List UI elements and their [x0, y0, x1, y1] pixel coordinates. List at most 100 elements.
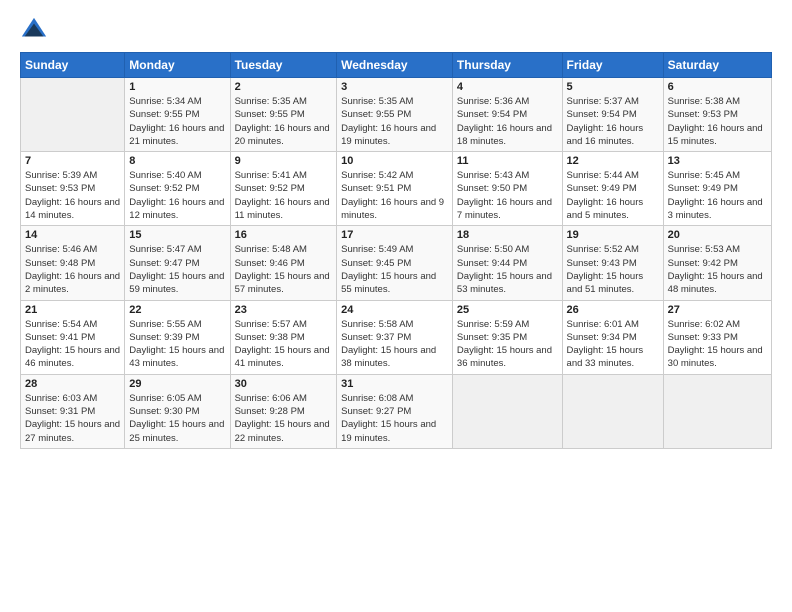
header-row: SundayMondayTuesdayWednesdayThursdayFrid… [21, 53, 772, 78]
day-detail: Sunrise: 5:57 AMSunset: 9:38 PMDaylight:… [235, 318, 333, 371]
page: SundayMondayTuesdayWednesdayThursdayFrid… [0, 0, 792, 612]
logo-icon [20, 16, 48, 44]
day-detail: Sunrise: 5:53 AMSunset: 9:42 PMDaylight:… [668, 243, 767, 296]
day-cell [21, 78, 125, 152]
day-detail: Sunrise: 5:49 AMSunset: 9:45 PMDaylight:… [341, 243, 448, 296]
day-number: 1 [129, 81, 225, 93]
day-detail: Sunrise: 5:40 AMSunset: 9:52 PMDaylight:… [129, 169, 225, 222]
week-row-4: 21 Sunrise: 5:54 AMSunset: 9:41 PMDaylig… [21, 300, 772, 374]
day-cell: 18 Sunrise: 5:50 AMSunset: 9:44 PMDaylig… [452, 226, 562, 300]
day-cell: 8 Sunrise: 5:40 AMSunset: 9:52 PMDayligh… [125, 152, 230, 226]
day-number: 6 [668, 81, 767, 93]
day-cell: 20 Sunrise: 5:53 AMSunset: 9:42 PMDaylig… [663, 226, 771, 300]
day-detail: Sunrise: 5:35 AMSunset: 9:55 PMDaylight:… [235, 95, 333, 148]
day-cell [663, 374, 771, 448]
day-cell: 16 Sunrise: 5:48 AMSunset: 9:46 PMDaylig… [230, 226, 337, 300]
day-detail: Sunrise: 5:46 AMSunset: 9:48 PMDaylight:… [25, 243, 120, 296]
day-number: 27 [668, 304, 767, 316]
col-header-tuesday: Tuesday [230, 53, 337, 78]
calendar-table: SundayMondayTuesdayWednesdayThursdayFrid… [20, 52, 772, 449]
day-detail: Sunrise: 6:02 AMSunset: 9:33 PMDaylight:… [668, 318, 767, 371]
day-cell: 21 Sunrise: 5:54 AMSunset: 9:41 PMDaylig… [21, 300, 125, 374]
day-cell: 12 Sunrise: 5:44 AMSunset: 9:49 PMDaylig… [562, 152, 663, 226]
day-detail: Sunrise: 6:05 AMSunset: 9:30 PMDaylight:… [129, 392, 225, 445]
day-cell: 9 Sunrise: 5:41 AMSunset: 9:52 PMDayligh… [230, 152, 337, 226]
day-number: 31 [341, 378, 448, 390]
day-cell: 7 Sunrise: 5:39 AMSunset: 9:53 PMDayligh… [21, 152, 125, 226]
week-row-3: 14 Sunrise: 5:46 AMSunset: 9:48 PMDaylig… [21, 226, 772, 300]
day-detail: Sunrise: 5:34 AMSunset: 9:55 PMDaylight:… [129, 95, 225, 148]
day-number: 18 [457, 229, 558, 241]
day-number: 11 [457, 155, 558, 167]
day-cell: 17 Sunrise: 5:49 AMSunset: 9:45 PMDaylig… [337, 226, 453, 300]
day-detail: Sunrise: 5:48 AMSunset: 9:46 PMDaylight:… [235, 243, 333, 296]
day-detail: Sunrise: 5:58 AMSunset: 9:37 PMDaylight:… [341, 318, 448, 371]
day-cell: 28 Sunrise: 6:03 AMSunset: 9:31 PMDaylig… [21, 374, 125, 448]
day-cell: 1 Sunrise: 5:34 AMSunset: 9:55 PMDayligh… [125, 78, 230, 152]
day-detail: Sunrise: 5:36 AMSunset: 9:54 PMDaylight:… [457, 95, 558, 148]
day-detail: Sunrise: 6:03 AMSunset: 9:31 PMDaylight:… [25, 392, 120, 445]
col-header-sunday: Sunday [21, 53, 125, 78]
day-cell: 31 Sunrise: 6:08 AMSunset: 9:27 PMDaylig… [337, 374, 453, 448]
day-number: 24 [341, 304, 448, 316]
day-cell: 19 Sunrise: 5:52 AMSunset: 9:43 PMDaylig… [562, 226, 663, 300]
day-number: 20 [668, 229, 767, 241]
day-number: 16 [235, 229, 333, 241]
day-detail: Sunrise: 5:39 AMSunset: 9:53 PMDaylight:… [25, 169, 120, 222]
day-detail: Sunrise: 6:06 AMSunset: 9:28 PMDaylight:… [235, 392, 333, 445]
day-detail: Sunrise: 5:37 AMSunset: 9:54 PMDaylight:… [567, 95, 659, 148]
day-number: 7 [25, 155, 120, 167]
day-number: 29 [129, 378, 225, 390]
day-cell: 27 Sunrise: 6:02 AMSunset: 9:33 PMDaylig… [663, 300, 771, 374]
day-detail: Sunrise: 5:55 AMSunset: 9:39 PMDaylight:… [129, 318, 225, 371]
week-row-2: 7 Sunrise: 5:39 AMSunset: 9:53 PMDayligh… [21, 152, 772, 226]
day-number: 19 [567, 229, 659, 241]
day-detail: Sunrise: 5:54 AMSunset: 9:41 PMDaylight:… [25, 318, 120, 371]
day-cell: 14 Sunrise: 5:46 AMSunset: 9:48 PMDaylig… [21, 226, 125, 300]
header [20, 16, 772, 44]
day-cell: 4 Sunrise: 5:36 AMSunset: 9:54 PMDayligh… [452, 78, 562, 152]
day-cell: 10 Sunrise: 5:42 AMSunset: 9:51 PMDaylig… [337, 152, 453, 226]
day-cell: 29 Sunrise: 6:05 AMSunset: 9:30 PMDaylig… [125, 374, 230, 448]
col-header-wednesday: Wednesday [337, 53, 453, 78]
day-number: 28 [25, 378, 120, 390]
day-cell: 26 Sunrise: 6:01 AMSunset: 9:34 PMDaylig… [562, 300, 663, 374]
day-number: 8 [129, 155, 225, 167]
logo [20, 16, 52, 44]
week-row-5: 28 Sunrise: 6:03 AMSunset: 9:31 PMDaylig… [21, 374, 772, 448]
day-detail: Sunrise: 5:52 AMSunset: 9:43 PMDaylight:… [567, 243, 659, 296]
day-number: 17 [341, 229, 448, 241]
day-cell: 24 Sunrise: 5:58 AMSunset: 9:37 PMDaylig… [337, 300, 453, 374]
day-cell: 2 Sunrise: 5:35 AMSunset: 9:55 PMDayligh… [230, 78, 337, 152]
day-number: 26 [567, 304, 659, 316]
day-detail: Sunrise: 6:08 AMSunset: 9:27 PMDaylight:… [341, 392, 448, 445]
col-header-monday: Monday [125, 53, 230, 78]
col-header-saturday: Saturday [663, 53, 771, 78]
day-number: 25 [457, 304, 558, 316]
day-detail: Sunrise: 5:41 AMSunset: 9:52 PMDaylight:… [235, 169, 333, 222]
day-cell: 11 Sunrise: 5:43 AMSunset: 9:50 PMDaylig… [452, 152, 562, 226]
day-cell: 3 Sunrise: 5:35 AMSunset: 9:55 PMDayligh… [337, 78, 453, 152]
week-row-1: 1 Sunrise: 5:34 AMSunset: 9:55 PMDayligh… [21, 78, 772, 152]
day-number: 13 [668, 155, 767, 167]
day-number: 30 [235, 378, 333, 390]
col-header-thursday: Thursday [452, 53, 562, 78]
day-number: 3 [341, 81, 448, 93]
day-cell [562, 374, 663, 448]
day-cell: 6 Sunrise: 5:38 AMSunset: 9:53 PMDayligh… [663, 78, 771, 152]
day-detail: Sunrise: 5:43 AMSunset: 9:50 PMDaylight:… [457, 169, 558, 222]
day-detail: Sunrise: 5:59 AMSunset: 9:35 PMDaylight:… [457, 318, 558, 371]
day-detail: Sunrise: 5:42 AMSunset: 9:51 PMDaylight:… [341, 169, 448, 222]
day-detail: Sunrise: 6:01 AMSunset: 9:34 PMDaylight:… [567, 318, 659, 371]
day-number: 12 [567, 155, 659, 167]
day-number: 5 [567, 81, 659, 93]
day-number: 21 [25, 304, 120, 316]
day-detail: Sunrise: 5:44 AMSunset: 9:49 PMDaylight:… [567, 169, 659, 222]
day-detail: Sunrise: 5:47 AMSunset: 9:47 PMDaylight:… [129, 243, 225, 296]
day-cell: 30 Sunrise: 6:06 AMSunset: 9:28 PMDaylig… [230, 374, 337, 448]
day-cell: 25 Sunrise: 5:59 AMSunset: 9:35 PMDaylig… [452, 300, 562, 374]
day-number: 9 [235, 155, 333, 167]
day-cell: 15 Sunrise: 5:47 AMSunset: 9:47 PMDaylig… [125, 226, 230, 300]
day-number: 22 [129, 304, 225, 316]
day-cell: 5 Sunrise: 5:37 AMSunset: 9:54 PMDayligh… [562, 78, 663, 152]
